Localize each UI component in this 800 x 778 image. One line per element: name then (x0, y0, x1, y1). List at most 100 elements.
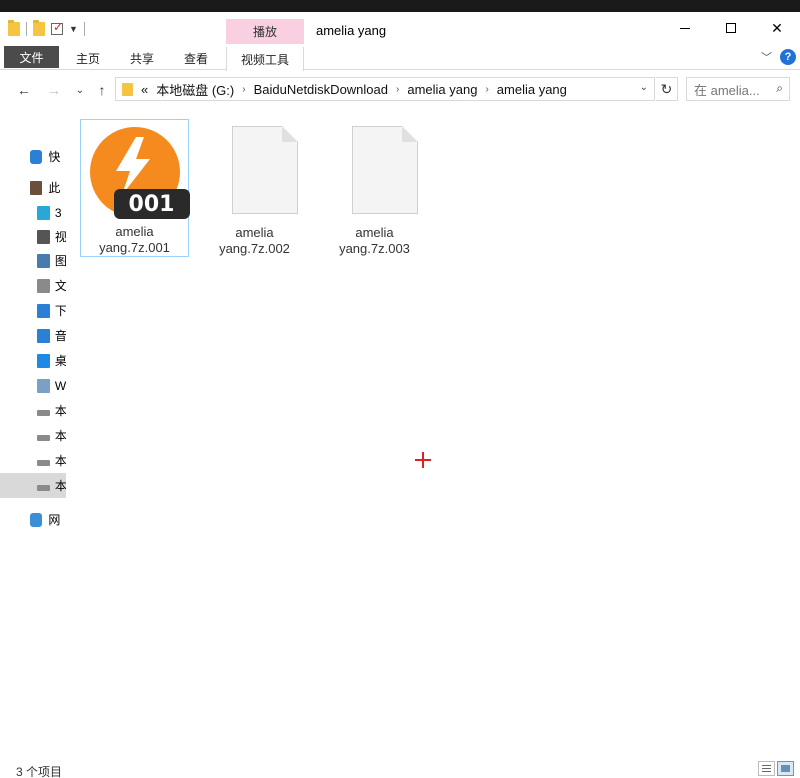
tab-video-tools[interactable]: 视频工具 (226, 47, 304, 71)
search-icon[interactable]: ⌕ (776, 81, 783, 96)
search-box[interactable]: 在 amelia... ⌕ (686, 77, 790, 101)
maximize-button[interactable] (708, 12, 754, 44)
sidebar-item[interactable]: 快 (0, 144, 66, 169)
breadcrumb-overflow[interactable]: « (141, 82, 148, 97)
details-view-icon (762, 765, 771, 766)
sidebar-item[interactable]: 本 (0, 473, 66, 498)
pictures-icon (37, 253, 50, 268)
sidebar-item[interactable]: 视 (0, 224, 66, 249)
drive-icon (37, 459, 50, 466)
large-icons-view-button[interactable] (777, 761, 794, 776)
drive-icon (37, 409, 50, 416)
sidebar-item-label: 音 (54, 329, 66, 343)
minimize-button[interactable] (662, 12, 708, 44)
document-page-icon (231, 126, 298, 214)
large-icons-view-icon (781, 765, 790, 772)
sidebar-item-label: 网 (48, 513, 61, 527)
file-list: 001 amelia yang.7z.001 amelia yang.7z.00… (80, 119, 780, 719)
status-bar: 3 个项目 (0, 750, 800, 778)
view-toggle (758, 761, 794, 776)
sidebar-item[interactable]: 下 (0, 298, 66, 323)
music-icon (37, 328, 50, 343)
user-pc-icon (30, 180, 43, 195)
breadcrumb-baidunetdisk[interactable]: BaiduNetdiskDownload (254, 82, 388, 97)
breadcrumb-drive[interactable]: 本地磁盘 (G:) (156, 80, 234, 99)
sidebar-item[interactable]: 本 (0, 448, 66, 473)
drive-icon (37, 434, 50, 441)
windows-drive-icon (37, 378, 50, 393)
generic-file-icon (330, 126, 420, 218)
help-icon[interactable]: ? (780, 49, 796, 65)
close-button[interactable]: ✕ (754, 12, 800, 44)
chevron-right-icon[interactable]: › (242, 84, 245, 95)
close-icon: ✕ (771, 19, 783, 36)
back-button[interactable]: ← (14, 80, 34, 100)
sidebar-item[interactable]: 本 (0, 423, 66, 448)
tab-home[interactable]: 主页 (68, 47, 108, 70)
file-name-line: yang.7z.001 (99, 240, 170, 255)
file-name-line: amelia (355, 225, 394, 240)
new-folder-icon[interactable] (33, 20, 45, 36)
item-count: 3 个项目 (16, 765, 63, 778)
expand-ribbon-chevron-icon[interactable]: ﹀ (761, 49, 772, 65)
chevron-right-icon[interactable]: › (396, 84, 399, 95)
sidebar-item-label: 3 (54, 205, 62, 220)
sidebar-item[interactable]: 网 (0, 507, 66, 532)
recent-locations-dropdown[interactable]: ⌄ (70, 80, 90, 100)
forward-button[interactable]: → (44, 80, 64, 100)
refresh-button[interactable]: ↻ (656, 77, 678, 101)
file-item[interactable]: 001 amelia yang.7z.001 (80, 119, 190, 257)
crosshair-cursor-icon (415, 452, 431, 468)
properties-icon[interactable] (51, 20, 63, 35)
sidebar-item-label: 视 (54, 230, 66, 244)
downloads-icon (37, 303, 50, 318)
sidebar-item[interactable]: 3 (0, 200, 66, 225)
context-tab-group-play: 播放 (226, 19, 304, 44)
breadcrumb-amelia-yang-current[interactable]: amelia yang (497, 82, 567, 97)
navigation-pane: 快此3视图文下音桌W本本本本网 (0, 122, 66, 527)
documents-icon (37, 278, 50, 293)
tab-share[interactable]: 共享 (122, 47, 162, 70)
file-item[interactable]: amelia yang.7z.003 (320, 119, 429, 257)
toolbar-divider (83, 22, 85, 36)
ribbon-tabs: 文件 主页 共享 查看 视频工具 ﹀ ? (0, 44, 800, 71)
drive-icon (37, 484, 50, 491)
sidebar-item-label: 本 (54, 404, 66, 418)
sidebar-item[interactable]: 图 (0, 248, 66, 273)
sidebar-item-label: W (54, 378, 66, 393)
video-icon (37, 229, 50, 244)
file-name: amelia yang.7z.002 (205, 225, 305, 257)
sidebar-item-label: 桌 (54, 354, 66, 368)
customize-toolbar-dropdown-icon[interactable]: ▼ (69, 24, 78, 34)
sidebar-item[interactable]: 此 (0, 175, 66, 200)
sidebar-item[interactable]: 音 (0, 323, 66, 348)
sidebar-item[interactable]: 桌 (0, 348, 66, 373)
sidebar-item[interactable]: 文 (0, 273, 66, 298)
sidebar-item-label: 图 (54, 254, 66, 268)
tab-view[interactable]: 查看 (176, 47, 216, 70)
breadcrumb-amelia-yang-parent[interactable]: amelia yang (407, 82, 477, 97)
file-name: amelia yang.7z.003 (325, 225, 425, 257)
address-bar[interactable]: « 本地磁盘 (G:) › BaiduNetdiskDownload › ame… (115, 77, 655, 101)
archive-volume-tag: 001 (113, 189, 190, 219)
7z-archive-icon: 001 (89, 127, 190, 219)
sidebar-item[interactable]: W (0, 373, 66, 398)
generic-file-icon (210, 126, 300, 218)
tab-file[interactable]: 文件 (4, 46, 59, 68)
desktop-icon (37, 353, 50, 368)
file-name: amelia yang.7z.001 (85, 224, 185, 256)
chevron-right-icon[interactable]: › (485, 84, 488, 95)
file-item[interactable]: amelia yang.7z.002 (200, 119, 309, 257)
toolbar-divider (26, 22, 27, 36)
window-controls: ✕ (662, 12, 800, 44)
sidebar-item-label: 本 (54, 454, 66, 468)
sidebar-item[interactable]: 本 (0, 398, 66, 423)
up-button[interactable]: ↑ (92, 80, 112, 100)
sidebar-item-label: 本 (54, 479, 66, 493)
star-icon (30, 149, 43, 164)
details-view-button[interactable] (758, 761, 775, 776)
folder-icon[interactable] (8, 20, 20, 36)
quick-access-toolbar: ▼ (8, 20, 85, 38)
address-dropdown-icon[interactable]: ⌄ (640, 82, 648, 93)
sidebar-item-label: 快 (48, 150, 61, 164)
